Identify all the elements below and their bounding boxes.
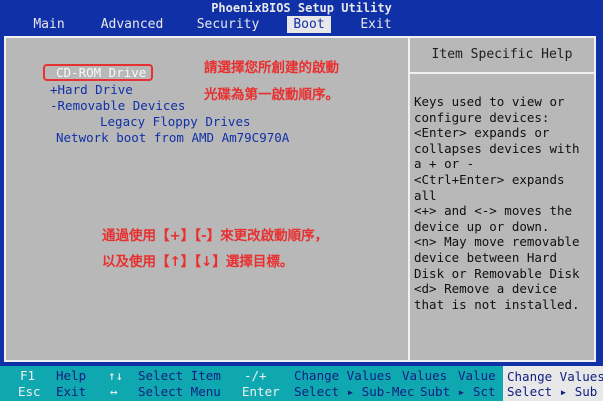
annotation-bottom-line2: 以及使用【↑】【↓】選擇目標。 — [102, 254, 294, 270]
key-enter: Enter — [242, 384, 280, 399]
key-legend: F1 Help ↑↓ Select Item -/+ Change Values… — [0, 366, 603, 401]
boot-item-floppy[interactable]: Legacy Floppy Drives — [100, 114, 251, 130]
tab-boot[interactable]: Boot — [287, 16, 331, 33]
help-separator — [410, 72, 594, 74]
tab-main[interactable]: Main — [24, 16, 74, 33]
help-text: Keys used to view or configure devices: … — [414, 94, 580, 312]
key-leftright-desc: Select Menu — [138, 384, 221, 399]
key-sct-desc: Sct — [473, 384, 496, 399]
key-leftright: ↔ — [110, 384, 118, 399]
key-esc: Esc — [18, 384, 41, 399]
footer-box-line2: Select ▸ Sub — [507, 384, 598, 399]
boot-item-removable[interactable]: -Removable Devices — [50, 98, 185, 114]
panel-divider — [408, 38, 410, 360]
key-values-desc: Values — [402, 368, 448, 383]
boot-panel: CD-ROM Drive +Hard Drive -Removable Devi… — [4, 36, 596, 362]
key-updown: ↑↓ — [108, 368, 124, 383]
footer-box-line1: Change Values — [507, 369, 603, 384]
boot-item-network[interactable]: Network boot from AMD Am79C970A — [56, 130, 289, 146]
key-subt-desc: Subt ▸ — [420, 384, 466, 399]
key-enter-desc: Select ▸ Sub-Mec — [294, 384, 415, 399]
annotation-bottom-line1: 通過使用【+】【-】來更改啟動順序， — [102, 228, 329, 244]
help-title: Item Specific Help — [431, 47, 573, 62]
annotation-top-line1: 請選擇您所創建的啟動 — [204, 60, 339, 76]
key-plusminus: -/+ — [244, 368, 267, 383]
tab-exit[interactable]: Exit — [354, 16, 398, 33]
key-f1: F1 — [20, 368, 36, 383]
key-esc-desc: Exit — [56, 384, 87, 399]
key-value-desc: Value — [458, 368, 496, 383]
tab-advanced[interactable]: Advanced — [92, 16, 172, 33]
menu-bar: Main Advanced Security Boot Exit — [0, 16, 603, 33]
tab-security[interactable]: Security — [188, 16, 268, 33]
key-plusminus-desc: Change Values — [294, 368, 392, 383]
window-title: PhoenixBIOS Setup Utility — [0, 0, 603, 16]
boot-item-hard-drive[interactable]: +Hard Drive — [50, 82, 133, 98]
key-f1-desc: Help — [56, 368, 87, 383]
boot-item-cdrom[interactable]: CD-ROM Drive — [56, 65, 146, 81]
footer-overlay-box: Change Values Select ▸ Sub — [503, 366, 603, 401]
key-updown-desc: Select Item — [138, 368, 221, 383]
annotation-top-line2: 光碟為第一啟動順序。 — [204, 87, 339, 103]
